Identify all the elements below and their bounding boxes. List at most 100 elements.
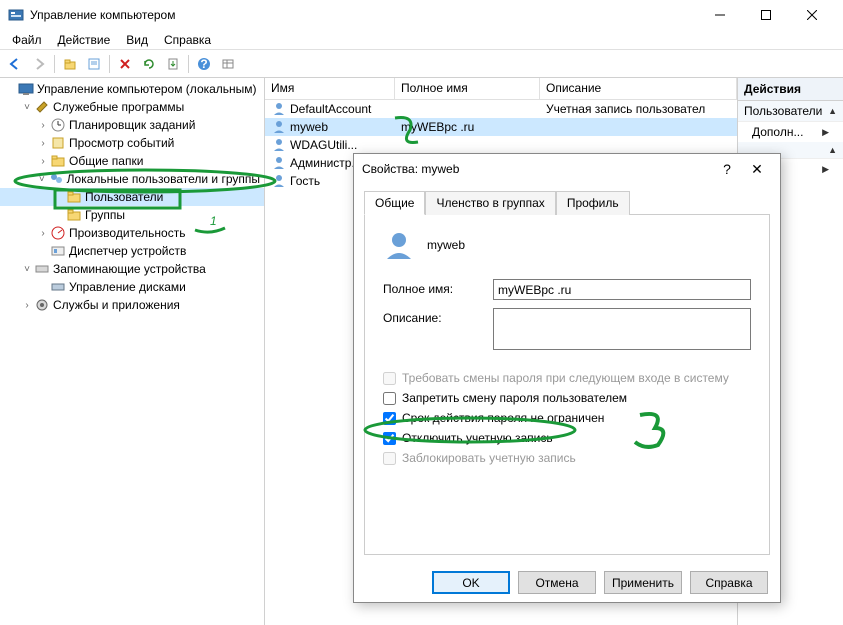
tree-users[interactable]: Пользователи — [0, 188, 264, 206]
tab-general[interactable]: Общие — [364, 191, 425, 215]
tree-performance[interactable]: ›Производительность — [0, 224, 264, 242]
cancel-button[interactable]: Отмена — [518, 571, 596, 594]
collapse-icon: ▲ — [828, 106, 837, 116]
check-cant-change[interactable]: Запретить смену пароля пользователем — [383, 388, 751, 408]
tree-label: Общие папки — [69, 154, 143, 168]
tools-icon — [34, 99, 50, 115]
minimize-button[interactable] — [697, 0, 743, 30]
tree-storage[interactable]: ˅Запоминающие устройства — [0, 260, 264, 278]
app-icon — [8, 7, 24, 23]
tree-label: Запоминающие устройства — [53, 262, 206, 276]
tree-label: Локальные пользователи и группы — [67, 172, 260, 186]
fullname-input[interactable] — [493, 279, 751, 300]
tree-label: Диспетчер устройств — [69, 244, 186, 258]
check-account-disabled[interactable]: Отключить учетную запись — [383, 428, 751, 448]
tree-label: Планировщик заданий — [69, 118, 195, 132]
events-icon — [50, 135, 66, 151]
device-icon — [50, 243, 66, 259]
tab-membership[interactable]: Членство в группах — [425, 191, 555, 215]
export-button[interactable] — [162, 53, 184, 75]
tree-label: Просмотр событий — [69, 136, 174, 150]
check-must-change: Требовать смены пароля при следующем вхо… — [383, 368, 751, 388]
tree-local-users-groups[interactable]: ˅Локальные пользователи и группы — [0, 170, 264, 188]
dialog-titlebar[interactable]: Свойства: myweb ? ✕ — [354, 154, 780, 184]
services-icon — [34, 297, 50, 313]
check-locked: Заблокировать учетную запись — [383, 448, 751, 468]
tree-label: Управление дисками — [69, 280, 186, 294]
menu-file[interactable]: Файл — [4, 31, 50, 49]
dialog-close-button[interactable]: ✕ — [742, 161, 772, 178]
properties-dialog: Свойства: myweb ? ✕ Общие Членство в гру… — [353, 153, 781, 603]
dialog-content: myweb Полное имя: Описание: Требовать см… — [364, 214, 770, 555]
close-button[interactable] — [789, 0, 835, 30]
tab-profile[interactable]: Профиль — [556, 191, 630, 215]
check-never-expire[interactable]: Срок действия пароля не ограничен — [383, 408, 751, 428]
nav-forward-button[interactable] — [28, 53, 50, 75]
user-icon — [271, 137, 287, 153]
tree-system-tools[interactable]: ˅Служебные программы — [0, 98, 264, 116]
users-icon — [48, 171, 64, 187]
col-description[interactable]: Описание — [540, 78, 737, 99]
tree-root[interactable]: Управление компьютером (локальным) — [0, 80, 264, 98]
col-name[interactable]: Имя — [265, 78, 395, 99]
actions-header: Действия — [738, 78, 843, 101]
disk-icon — [50, 279, 66, 295]
tree-shared-folders[interactable]: ›Общие папки — [0, 152, 264, 170]
actions-more[interactable]: Дополн...▶ — [738, 122, 843, 142]
view-button[interactable] — [217, 53, 239, 75]
collapse-icon: ▲ — [828, 145, 837, 155]
tree-disk-management[interactable]: Управление дисками — [0, 278, 264, 296]
tree-label: Группы — [85, 208, 125, 222]
tree-services[interactable]: ›Службы и приложения — [0, 296, 264, 314]
list-row[interactable]: myweb myWEBpc .ru — [265, 118, 737, 136]
maximize-button[interactable] — [743, 0, 789, 30]
checkbox-never-expire[interactable] — [383, 412, 396, 425]
dialog-title: Свойства: myweb — [362, 162, 712, 176]
perf-icon — [50, 225, 66, 241]
tree-label: Производительность — [69, 226, 185, 240]
dialog-username: myweb — [427, 238, 465, 252]
checkbox-cant-change[interactable] — [383, 392, 396, 405]
description-input[interactable] — [493, 308, 751, 350]
tree-label: Службы и приложения — [53, 298, 180, 312]
dialog-tabs: Общие Членство в группах Профиль — [354, 184, 780, 214]
up-button[interactable] — [59, 53, 81, 75]
tree-task-scheduler[interactable]: ›Планировщик заданий — [0, 116, 264, 134]
refresh-button[interactable] — [138, 53, 160, 75]
storage-icon — [34, 261, 50, 277]
properties-button[interactable] — [83, 53, 105, 75]
tree-event-viewer[interactable]: ›Просмотр событий — [0, 134, 264, 152]
tree-device-manager[interactable]: Диспетчер устройств — [0, 242, 264, 260]
list-row[interactable]: WDAGUtili... — [265, 136, 737, 154]
apply-button[interactable]: Применить — [604, 571, 682, 594]
dialog-buttons: OK Отмена Применить Справка — [354, 563, 780, 602]
user-icon — [271, 119, 287, 135]
menu-action[interactable]: Действие — [50, 31, 119, 49]
tree-groups[interactable]: Группы — [0, 206, 264, 224]
menu-bar: Файл Действие Вид Справка — [0, 30, 843, 50]
checkbox-must-change — [383, 372, 396, 385]
list-row[interactable]: DefaultAccount Учетная запись пользовате… — [265, 100, 737, 118]
user-icon — [271, 101, 287, 117]
user-large-icon — [383, 229, 415, 261]
actions-section-users[interactable]: Пользователи▲ — [738, 101, 843, 122]
menu-view[interactable]: Вид — [118, 31, 156, 49]
ok-button[interactable]: OK — [432, 571, 510, 594]
list-header: Имя Полное имя Описание — [265, 78, 737, 100]
dialog-help-button[interactable]: ? — [712, 161, 742, 177]
tree-panel[interactable]: Управление компьютером (локальным) ˅Служ… — [0, 78, 265, 625]
tree-root-label: Управление компьютером (локальным) — [37, 82, 257, 96]
user-icon — [271, 155, 287, 171]
window-titlebar: Управление компьютером — [0, 0, 843, 30]
chevron-right-icon: ▶ — [822, 127, 829, 138]
checkbox-account-disabled[interactable] — [383, 432, 396, 445]
help-button[interactable]: ? — [193, 53, 215, 75]
folder-icon — [66, 207, 82, 223]
delete-button[interactable] — [114, 53, 136, 75]
help-button[interactable]: Справка — [690, 571, 768, 594]
nav-back-button[interactable] — [4, 53, 26, 75]
computer-icon — [18, 81, 34, 97]
menu-help[interactable]: Справка — [156, 31, 219, 49]
checkbox-locked — [383, 452, 396, 465]
col-fullname[interactable]: Полное имя — [395, 78, 540, 99]
